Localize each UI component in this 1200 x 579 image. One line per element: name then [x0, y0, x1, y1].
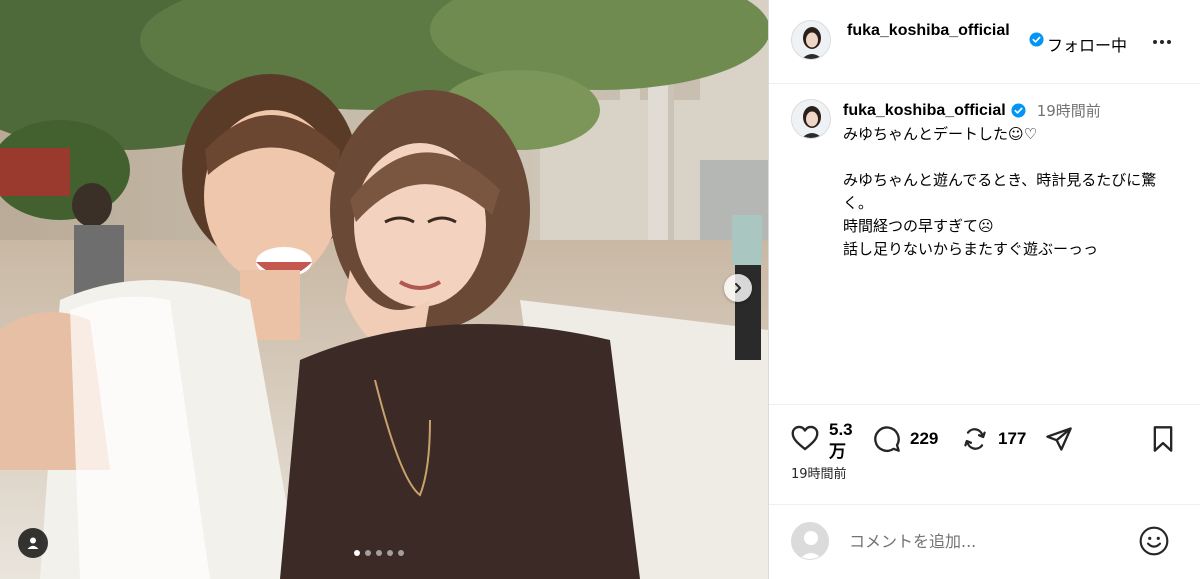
caption-line: みゆちゃんとデートした☺︎♡: [843, 125, 1038, 143]
post-photo[interactable]: [0, 0, 768, 579]
user-tag-icon: [27, 537, 39, 549]
share-button[interactable]: [1045, 425, 1073, 453]
carousel-dot: [387, 550, 393, 556]
verified-badge-icon: [1011, 103, 1026, 118]
save-button[interactable]: [1150, 425, 1176, 453]
caption-text: みゆちゃんとデートした☺︎♡ みゆちゃんと遊んでるとき、時計見るたびに驚く。 時…: [843, 123, 1173, 261]
post-side-panel: fuka_koshiba_official フォロー中 fuka_koshiba…: [768, 0, 1200, 579]
caption-header: fuka_koshiba_official 19時間前: [843, 100, 1101, 121]
bookmark-icon: [1153, 426, 1173, 452]
carousel-dot: [398, 550, 404, 556]
carousel-dot: [376, 550, 382, 556]
repost-icon: [964, 428, 986, 450]
comment-count: 229: [910, 429, 939, 448]
following-button[interactable]: フォロー中: [1047, 32, 1127, 56]
speech-bubble-icon: [874, 426, 900, 452]
carousel-indicator: [354, 550, 404, 556]
caption-author-avatar[interactable]: [791, 99, 831, 139]
avatar-portrait: [792, 100, 830, 138]
caption-timestamp[interactable]: 19時間前: [1037, 100, 1101, 121]
repost-count: 177: [998, 429, 1027, 448]
avatar-portrait: [792, 21, 830, 59]
post-actions: 5.3万 229 177 19時間前: [769, 404, 1200, 504]
author-avatar[interactable]: [791, 20, 831, 60]
carousel-dot: [365, 550, 371, 556]
post-timestamp[interactable]: 19時間前: [791, 463, 847, 482]
comment-bar: [769, 504, 1200, 579]
tagged-users-button[interactable]: [18, 528, 48, 558]
chevron-right-icon: [735, 283, 741, 293]
photo-image: [0, 0, 768, 579]
repost-button[interactable]: 177: [961, 425, 1026, 453]
like-count[interactable]: 5.3万: [829, 419, 853, 463]
caption-line: みゆちゃんと遊んでるとき、時計見るたびに驚く。: [843, 171, 1157, 212]
heart-icon: [791, 425, 819, 451]
like-button[interactable]: [791, 425, 819, 451]
emoji-button[interactable]: [1138, 525, 1170, 561]
caption-line: 時間経つの早すぎて☹︎: [843, 217, 994, 235]
caption-line: [843, 146, 1173, 169]
author-username[interactable]: fuka_koshiba_official: [847, 21, 1029, 40]
comment-button[interactable]: 229: [873, 425, 938, 453]
carousel-dot: [354, 550, 360, 556]
paper-plane-icon: [1046, 427, 1072, 451]
caption-line: 話し足りないからまたすぐ遊ぶーっっ: [843, 240, 1099, 258]
caption-section: fuka_koshiba_official 19時間前 みゆちゃんとデートした☺…: [769, 85, 1200, 403]
smiley-icon: [1139, 526, 1169, 556]
viewer-avatar: [791, 522, 829, 560]
default-avatar-icon: [792, 523, 828, 559]
verified-badge-icon: [1029, 32, 1044, 47]
post-header: fuka_koshiba_official フォロー中: [769, 0, 1200, 84]
more-options-icon[interactable]: [1152, 32, 1172, 48]
comment-input[interactable]: [849, 529, 1129, 553]
carousel-next-button[interactable]: [724, 274, 752, 302]
caption-username[interactable]: fuka_koshiba_official: [843, 102, 1006, 120]
